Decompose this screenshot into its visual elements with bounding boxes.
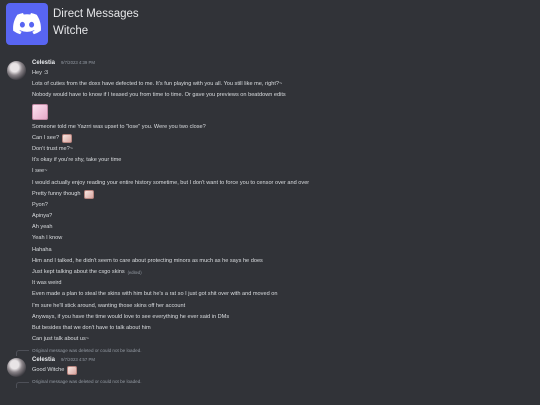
message-text: It was weird xyxy=(32,280,62,287)
timestamp: 9/7/2023 4:39 PM xyxy=(61,60,95,65)
reply-reference[interactable]: Original message was deleted or could no… xyxy=(0,345,540,357)
message-group: Celestia 9/7/2023 4:39 PM Hey :3 Lots of … xyxy=(0,58,540,345)
message-text: Anyways, if you have the time would love… xyxy=(32,313,230,320)
message-text: Nobody would have to know if I teased yo… xyxy=(32,92,286,99)
emoji-icon[interactable] xyxy=(83,189,94,199)
message-line: Hey :3 xyxy=(32,68,540,79)
message-text: Yeah I know xyxy=(32,235,63,242)
message-line: Him and I talked, he didn't seem to care… xyxy=(32,256,540,267)
message-line: Nobody would have to know if I teased yo… xyxy=(32,90,540,101)
message-line: Ah yeah xyxy=(32,222,540,233)
emoji-icon[interactable] xyxy=(62,133,73,143)
avatar[interactable] xyxy=(7,358,26,378)
message-text: Him and I talked, he didn't seem to care… xyxy=(32,257,263,264)
avatar[interactable] xyxy=(7,61,26,80)
message-line: Apinya? xyxy=(32,211,540,222)
message-line: I see~ xyxy=(32,166,540,177)
dm-header: Direct Messages Witche xyxy=(0,0,540,52)
message-line xyxy=(32,102,540,122)
message-text: Hahaha xyxy=(32,246,52,253)
channel-name[interactable]: Witche xyxy=(53,24,139,39)
message-line: Don't trust me?~ xyxy=(32,144,540,155)
message-line: Even made a plan to steal the skins with… xyxy=(32,289,540,300)
message-text: Apinya? xyxy=(32,213,53,220)
message-text: Ah yeah xyxy=(32,224,53,231)
message-text: I'm sure he'll stick around, wanting tho… xyxy=(32,302,186,309)
reply-spine-icon xyxy=(16,381,29,388)
message-text: I see~ xyxy=(32,168,48,175)
message-list: Celestia 9/7/2023 4:39 PM Hey :3 Lots of … xyxy=(0,58,540,388)
message-line: It's okay if you're shy, take your time xyxy=(32,155,540,166)
message-text: Just kept talking about the csgo skins xyxy=(32,269,125,275)
message-text: Pretty funny though xyxy=(32,190,81,197)
author-name[interactable]: Celestia xyxy=(32,58,55,68)
message-line: Good Witche xyxy=(32,365,540,376)
message-text: Can just talk about us~ xyxy=(32,336,90,343)
large-emoji-icon[interactable] xyxy=(32,103,48,120)
message-text: Pyon? xyxy=(32,201,48,208)
message-text: Even made a plan to steal the skins with… xyxy=(32,291,278,298)
discord-logo-icon xyxy=(13,13,41,35)
message-line: Pyon? xyxy=(32,200,540,211)
message-line: Someone told me Yazrri was upset to "los… xyxy=(32,122,540,133)
message-text: Good Witche xyxy=(32,367,65,374)
message-text: But besides that we don't have to talk a… xyxy=(32,324,151,331)
author-name[interactable]: Celestia xyxy=(32,355,55,365)
message-line: I'm sure he'll stick around, wanting tho… xyxy=(32,301,540,312)
message-line: I would actually enjoy reading your enti… xyxy=(32,178,540,189)
message-line: But besides that we don't have to talk a… xyxy=(32,323,540,334)
message-line: Just kept talking about the csgo skins (e… xyxy=(32,267,540,278)
message-line: Anyways, if you have the time would love… xyxy=(32,312,540,323)
message-text: Someone told me Yazrri was upset to "los… xyxy=(32,123,206,130)
timestamp: 9/7/2023 4:57 PM xyxy=(61,357,95,363)
message-line: Lots of cuties from the doxx have defect… xyxy=(32,79,540,90)
message-text: Don't trust me?~ xyxy=(32,145,74,152)
message-line: Pretty funny though xyxy=(32,189,540,200)
message-line: It was weird xyxy=(32,278,540,289)
emoji-icon[interactable] xyxy=(67,366,78,376)
reply-deleted-text: Original message was deleted or could no… xyxy=(32,347,142,353)
message-line: Hahaha xyxy=(32,245,540,256)
discord-logo-icon[interactable] xyxy=(6,3,48,45)
reply-deleted-text: Original message was deleted or could no… xyxy=(32,379,142,384)
edited-label: (edited) xyxy=(127,270,142,275)
reply-reference[interactable]: Original message was deleted or could no… xyxy=(0,377,540,388)
message-line: Yeah I know xyxy=(32,233,540,244)
message-text: I would actually enjoy reading your enti… xyxy=(32,179,310,186)
message-line: Can just talk about us~ xyxy=(32,334,540,345)
message-text: Lots of cuties from the doxx have defect… xyxy=(32,81,283,88)
message-text: It's okay if you're shy, take your time xyxy=(32,157,122,164)
message-text: Hey :3 xyxy=(32,70,49,76)
page-title: Direct Messages xyxy=(53,8,139,20)
message-group: Celestia 9/7/2023 4:57 PM Good Witche xyxy=(0,355,540,378)
message-line: Can I see? xyxy=(32,133,540,144)
message-text: Can I see? xyxy=(32,134,60,141)
